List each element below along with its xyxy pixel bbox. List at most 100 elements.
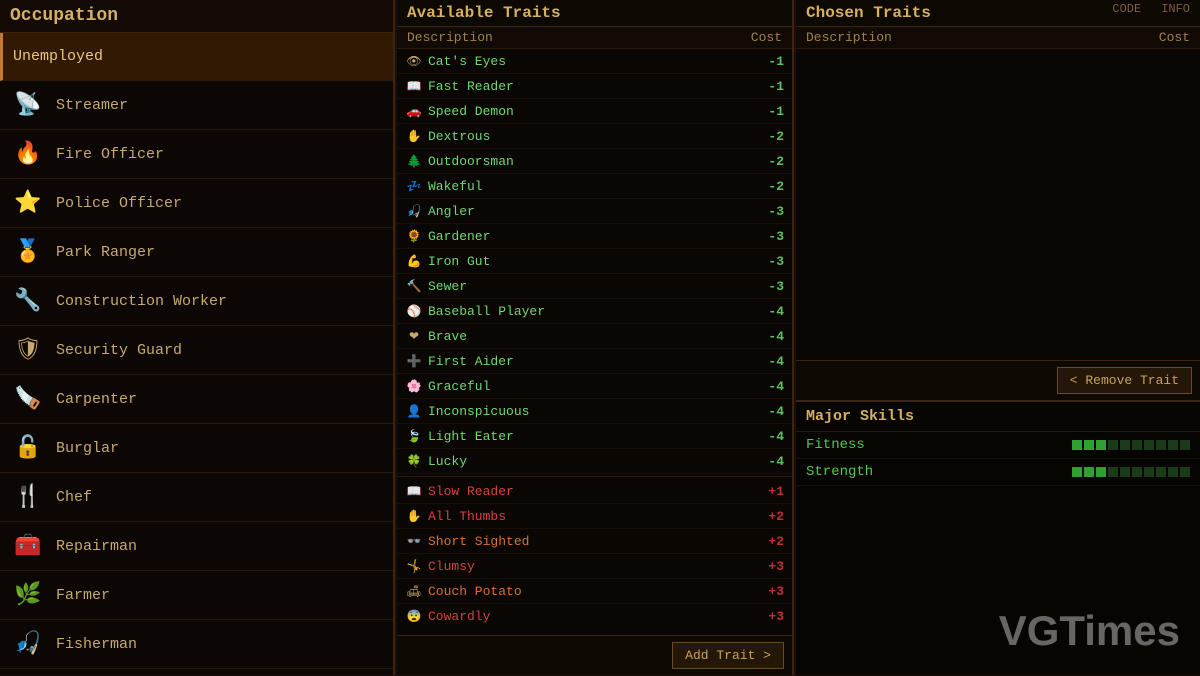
trait-cost: -4 [754, 454, 784, 469]
skill-bar [1156, 467, 1166, 477]
trait-name: Dextrous [428, 129, 754, 144]
trait-cost: -2 [754, 154, 784, 169]
skill-bar [1144, 467, 1154, 477]
skill-bar [1072, 467, 1082, 477]
occupation-item[interactable]: 🔧Construction Worker [0, 277, 393, 326]
trait-item[interactable]: 💪Iron Gut-3 [397, 249, 792, 274]
trait-item[interactable]: 👁Cat's Eyes-1 [397, 49, 792, 74]
occupation-name: Construction Worker [56, 293, 227, 310]
occupation-item[interactable]: 🛡 Security Guard [0, 326, 393, 375]
occupation-name: Repairman [56, 538, 137, 555]
skill-bar [1084, 467, 1094, 477]
add-trait-button[interactable]: Add Trait > [672, 642, 784, 669]
trait-item[interactable]: ✋Dextrous-2 [397, 124, 792, 149]
trait-icon: 🤸 [405, 557, 423, 575]
trait-cost: -4 [754, 354, 784, 369]
occupation-name: Carpenter [56, 391, 137, 408]
trait-item[interactable]: 📖Fast Reader-1 [397, 74, 792, 99]
trait-cost: -4 [754, 329, 784, 344]
skill-bar [1120, 440, 1130, 450]
occupation-list: Unemployed📡Streamer🔥Fire Officer⭐Police … [0, 33, 393, 676]
occupation-icon: 🏅 [10, 234, 46, 270]
occupation-icon: 🛡 [10, 332, 46, 368]
trait-item[interactable]: 🍃Light Eater-4 [397, 424, 792, 449]
occupation-item[interactable]: 🪚Carpenter [0, 375, 393, 424]
occupation-panel: Occupation Unemployed📡Streamer🔥Fire Offi… [0, 0, 395, 675]
vgtimes-watermark: VGTimes [999, 607, 1180, 655]
occupation-icon: ⭐ [10, 185, 46, 221]
skill-bar [1180, 467, 1190, 477]
chosen-cost-header: Cost [1159, 30, 1190, 45]
major-skills-title: Major Skills [796, 402, 1200, 432]
skills-list: Fitness Strength [796, 432, 1200, 486]
trait-item[interactable]: 🎣Angler-3 [397, 199, 792, 224]
occupation-icon: 🔥 [10, 136, 46, 172]
trait-cost: +3 [754, 584, 784, 599]
occupation-item[interactable]: 🔥Fire Officer [0, 130, 393, 179]
trait-cost: -4 [754, 379, 784, 394]
traits-cost-header: Cost [751, 30, 782, 45]
remove-trait-button[interactable]: < Remove Trait [1057, 367, 1192, 394]
trait-item[interactable]: 🛋Couch Potato+3 [397, 579, 792, 604]
trait-name: Brave [428, 329, 754, 344]
skill-row: Strength [796, 459, 1200, 486]
occupation-item[interactable]: ⭐Police Officer [0, 179, 393, 228]
occupation-item[interactable]: 🎣Fisherman [0, 620, 393, 669]
trait-icon: ➕ [405, 352, 423, 370]
skill-bar [1084, 440, 1094, 450]
occupation-item[interactable]: 🧰Repairman [0, 522, 393, 571]
occupation-item[interactable]: 🌿Farmer [0, 571, 393, 620]
trait-cost: -1 [754, 104, 784, 119]
trait-item[interactable]: 💤Wakeful-2 [397, 174, 792, 199]
occupation-name: Fisherman [56, 636, 137, 653]
trait-item[interactable]: 🤸Clumsy+3 [397, 554, 792, 579]
skill-bar [1132, 440, 1142, 450]
chosen-traits-section: Chosen Traits Description Cost < Remove … [796, 0, 1200, 400]
trait-item[interactable]: 🌲Outdoorsman-2 [397, 149, 792, 174]
trait-item[interactable]: 👓Short Sighted+2 [397, 529, 792, 554]
skill-bar [1168, 440, 1178, 450]
trait-icon: 🍃 [405, 427, 423, 445]
occupation-item[interactable]: 🏅Park Ranger [0, 228, 393, 277]
info-label[interactable]: INFO [1161, 2, 1190, 16]
occupation-item[interactable]: 📡Streamer [0, 81, 393, 130]
trait-name: Baseball Player [428, 304, 754, 319]
trait-item[interactable]: ⚾Baseball Player-4 [397, 299, 792, 324]
trait-name: Short Sighted [428, 534, 754, 549]
trait-item[interactable]: 🌻Gardener-3 [397, 224, 792, 249]
trait-item[interactable]: ➕ First Aider-4 [397, 349, 792, 374]
trait-item[interactable]: 📖Slow Reader+1 [397, 479, 792, 504]
occupation-icon: 🌿 [10, 577, 46, 613]
trait-item[interactable]: 🌸Graceful-4 [397, 374, 792, 399]
skill-name: Fitness [806, 437, 1072, 453]
trait-name: Cowardly [428, 609, 754, 624]
occupation-name: Security Guard [56, 342, 182, 359]
trait-cost: -3 [754, 279, 784, 294]
trait-icon: 💪 [405, 252, 423, 270]
trait-name: Outdoorsman [428, 154, 754, 169]
occupation-item[interactable]: 🍴Chef [0, 473, 393, 522]
trait-name: Iron Gut [428, 254, 754, 269]
occupation-item[interactable]: Unemployed [0, 33, 393, 81]
trait-name: Slow Reader [428, 484, 754, 499]
trait-item[interactable]: 😨Cowardly+3 [397, 604, 792, 624]
trait-icon: 👁 [405, 52, 423, 70]
available-traits-title: Available Traits [407, 4, 561, 22]
trait-name: Lucky [428, 454, 754, 469]
trait-name: First Aider [428, 354, 754, 369]
trait-name: Couch Potato [428, 584, 754, 599]
trait-icon: 🎣 [405, 202, 423, 220]
occupation-item[interactable]: 🔓Burglar [0, 424, 393, 473]
trait-item[interactable]: ✋All Thumbs+2 [397, 504, 792, 529]
trait-item[interactable]: 🍀Lucky-4 [397, 449, 792, 474]
traits-column-headers: Description Cost [397, 27, 792, 49]
trait-icon: 🔨 [405, 277, 423, 295]
trait-item[interactable]: 🔨Sewer-3 [397, 274, 792, 299]
trait-item[interactable]: 🚗Speed Demon-1 [397, 99, 792, 124]
trait-item[interactable]: ❤Brave-4 [397, 324, 792, 349]
code-label[interactable]: CODE [1112, 2, 1141, 16]
trait-cost: -3 [754, 204, 784, 219]
skill-bar [1180, 440, 1190, 450]
trait-item[interactable]: 👤Inconspicuous-4 [397, 399, 792, 424]
trait-cost: -2 [754, 179, 784, 194]
